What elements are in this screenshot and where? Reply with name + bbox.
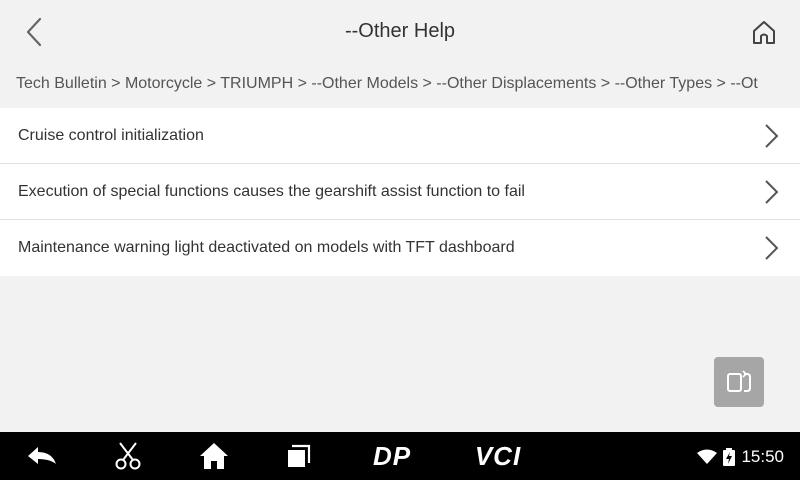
nav-recent-apps-button[interactable] <box>282 438 314 474</box>
nav-dp-button[interactable]: DP <box>366 438 418 474</box>
screen-switch-icon <box>727 370 751 392</box>
back-arrow-icon <box>28 447 56 464</box>
home-button[interactable] <box>744 12 784 52</box>
home-icon <box>200 443 228 469</box>
recent-apps-icon <box>288 444 311 467</box>
app-header: --Other Help <box>0 0 800 64</box>
nav-home-button[interactable] <box>196 438 232 474</box>
chevron-right-icon <box>762 123 780 149</box>
nav-back-button[interactable] <box>22 438 62 474</box>
nav-vci-button[interactable]: VCI <box>470 438 526 474</box>
chevron-right-icon <box>762 179 780 205</box>
home-icon <box>753 21 775 44</box>
wifi-icon <box>697 449 718 464</box>
list-item[interactable]: Maintenance warning light deactivated on… <box>0 220 800 276</box>
list-item-label: Cruise control initialization <box>18 126 204 144</box>
list-item[interactable]: Execution of special functions causes th… <box>0 164 800 220</box>
breadcrumb: Tech Bulletin > Motorcycle > TRIUMPH > -… <box>16 75 758 92</box>
list-item-label: Execution of special functions causes th… <box>18 182 525 200</box>
system-navbar: DP VCI 15:50 <box>0 432 800 480</box>
screen-switch-button[interactable] <box>714 357 764 407</box>
status-time: 15:50 <box>741 447 784 466</box>
list-item[interactable]: Cruise control initialization <box>0 108 800 164</box>
list-item-label: Maintenance warning light deactivated on… <box>18 239 515 256</box>
battery-charging-icon <box>723 448 736 466</box>
scissors-icon <box>115 442 141 470</box>
nav-screenshot-button[interactable] <box>110 438 146 474</box>
bulletin-list: Cruise control initialization Execution … <box>0 108 800 276</box>
page-title: --Other Help <box>344 20 456 42</box>
status-bar: 15:50 <box>697 446 784 468</box>
chevron-right-icon <box>762 235 780 261</box>
